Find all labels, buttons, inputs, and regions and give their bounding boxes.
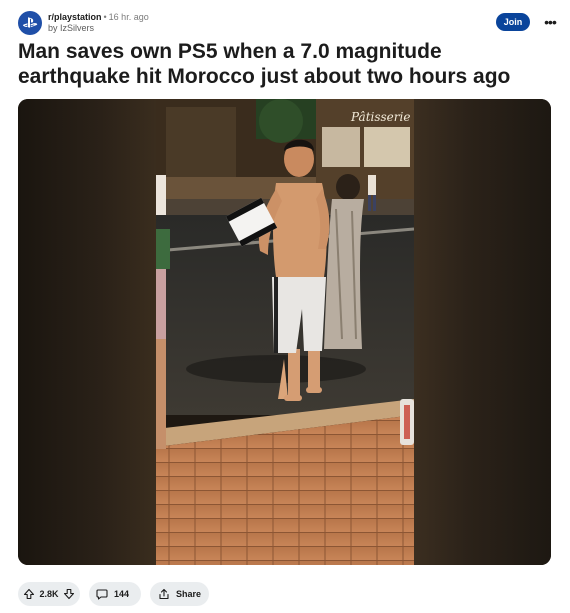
storefront-sign: Pâtisserie Sami (350, 110, 414, 124)
subreddit-avatar[interactable] (18, 11, 42, 35)
subreddit-link[interactable]: r/playstation (48, 12, 102, 22)
share-label: Share (175, 589, 201, 599)
comments-button[interactable]: 144 (89, 582, 141, 606)
post-header: r/playstation • 16 hr. ago by IzSilvers Jo… (18, 10, 557, 36)
share-button[interactable]: Share (150, 582, 209, 606)
video-scene: Pâtisserie Sami (156, 99, 414, 565)
downvote-button[interactable] (63, 588, 75, 600)
video-frame[interactable]: Pâtisserie Sami (156, 99, 414, 565)
upvote-button[interactable] (23, 588, 35, 600)
post-video[interactable]: Pâtisserie Sami (18, 99, 551, 565)
post-card: r/playstation • 16 hr. ago by IzSilvers Jo… (0, 0, 570, 613)
post-author[interactable]: by IzSilvers (48, 23, 149, 34)
post-meta: r/playstation • 16 hr. ago by IzSilvers (48, 12, 149, 34)
arrow-up-icon (23, 588, 35, 600)
video-blur-left (18, 99, 156, 565)
speech-bubble-icon (96, 589, 108, 600)
meta-separator: • (103, 12, 107, 22)
vote-control: 2.8K (18, 582, 80, 606)
comment-count: 144 (114, 589, 130, 599)
arrow-down-icon (63, 588, 75, 600)
more-options-icon[interactable]: ••• (540, 13, 560, 31)
share-icon (159, 588, 169, 600)
post-title[interactable]: Man saves own PS5 when a 7.0 magnitude e… (18, 39, 552, 89)
post-age: 16 hr. ago (108, 12, 149, 22)
video-blur-right (414, 99, 551, 565)
vote-count: 2.8K (39, 589, 59, 599)
playstation-logo-icon (22, 17, 38, 28)
join-button[interactable]: Join (496, 13, 530, 31)
